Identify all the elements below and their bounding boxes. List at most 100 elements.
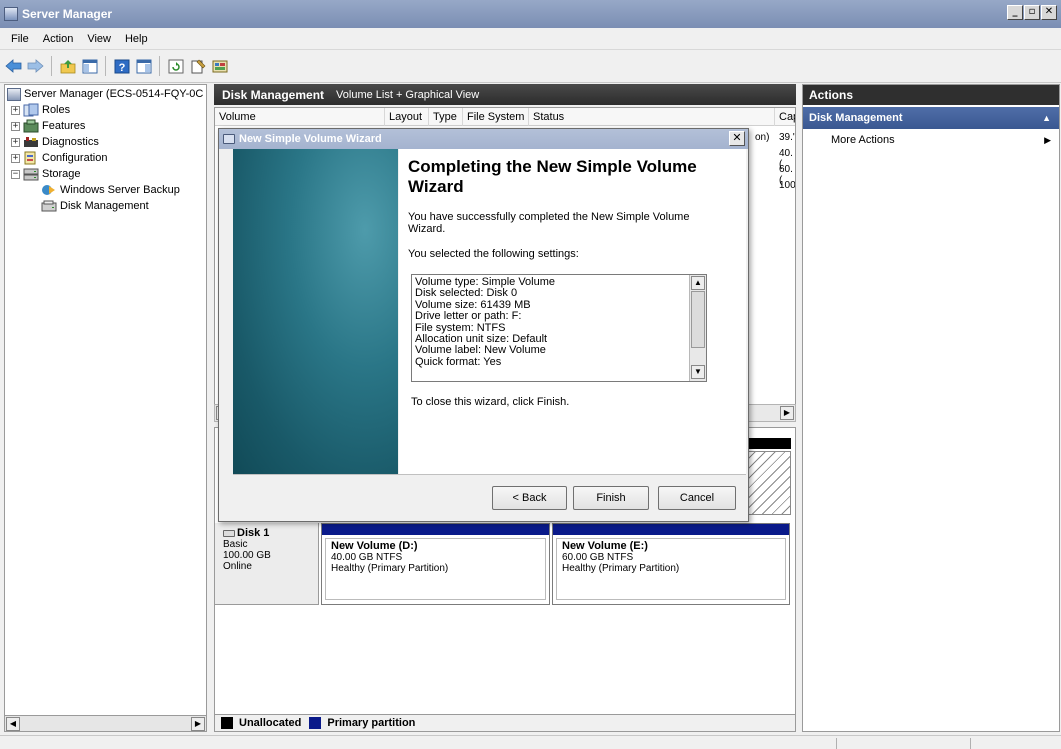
window-title: Server Manager: [22, 7, 113, 21]
disk-management-icon: [41, 199, 57, 213]
collapse-icon[interactable]: −: [11, 169, 20, 179]
status-bar: [0, 735, 1061, 749]
more-actions-label: More Actions: [831, 134, 895, 146]
actions-section-label: Disk Management: [809, 112, 903, 124]
submenu-arrow-icon: ▶: [1044, 135, 1051, 145]
setting-line: Drive letter or path: F:: [415, 310, 522, 323]
column-header-layout[interactable]: Layout: [385, 108, 429, 126]
collapse-up-icon[interactable]: ▲: [1042, 107, 1051, 129]
expand-icon[interactable]: +: [11, 121, 20, 131]
forward-icon[interactable]: [26, 57, 45, 76]
menu-file[interactable]: File: [4, 33, 36, 45]
wizard-close-instructions: To close this wizard, click Finish.: [411, 396, 570, 408]
disk1-name: Disk 1: [237, 527, 270, 539]
tree-horizontal-scrollbar[interactable]: ◀ ▶: [4, 715, 207, 732]
show-hide-tree-icon[interactable]: [80, 57, 99, 76]
setting-line: Quick format: Yes: [415, 355, 502, 368]
maximize-button[interactable]: ▫: [1024, 5, 1040, 20]
menu-action[interactable]: Action: [36, 33, 81, 45]
tree-item-windows-server-backup[interactable]: Windows Server Backup: [41, 182, 180, 198]
toolbar-separator: [159, 56, 160, 76]
tree-label: Disk Management: [60, 200, 149, 212]
volume-e-name: New Volume (E:): [562, 540, 648, 552]
refresh-icon[interactable]: [166, 57, 185, 76]
disk1-label[interactable]: Disk 1 Basic 100.00 GB Online: [215, 523, 319, 605]
server-icon: [7, 87, 21, 101]
scroll-right-icon[interactable]: ▶: [780, 406, 794, 420]
column-header-capacity[interactable]: Cap: [775, 108, 795, 126]
capacity-cell: 100: [779, 180, 796, 191]
back-icon[interactable]: [4, 57, 23, 76]
volume-e[interactable]: New Volume (E:) 60.00 GB NTFS Healthy (P…: [552, 523, 790, 605]
scroll-left-icon[interactable]: ◀: [6, 717, 20, 731]
storage-icon: [23, 167, 39, 181]
dialog-close-button[interactable]: ✕: [729, 131, 745, 146]
backup-icon: [41, 183, 57, 197]
toolbar-separator: [105, 56, 106, 76]
disk-settings-icon[interactable]: [210, 57, 229, 76]
configuration-icon: [23, 151, 39, 165]
volume-list-column-headers: Volume Layout Type File System Status Ca…: [215, 108, 795, 126]
finish-button[interactable]: Finish: [573, 486, 649, 510]
expand-icon[interactable]: +: [11, 137, 20, 147]
tree-label: Server Manager (ECS-0514-FQY-0C: [24, 88, 204, 100]
primary-partition-swatch: [309, 717, 322, 729]
show-hide-action-pane-icon[interactable]: [134, 57, 153, 76]
tree-item-server-manager[interactable]: Server Manager (ECS-0514-FQY-0C: [7, 86, 203, 102]
menu-help[interactable]: Help: [118, 33, 155, 45]
up-folder-icon[interactable]: [58, 57, 77, 76]
tree-item-diagnostics[interactable]: + Diagnostics: [11, 134, 99, 150]
center-pane-header: Disk Management Volume List + Graphical …: [214, 84, 796, 105]
help-icon[interactable]: ?: [112, 57, 131, 76]
tree-item-configuration[interactable]: + Configuration: [11, 150, 107, 166]
column-header-volume[interactable]: Volume: [215, 108, 385, 126]
tree-item-disk-management[interactable]: Disk Management: [41, 198, 149, 214]
wizard-settings-label: You selected the following settings:: [408, 248, 579, 260]
window-titlebar: Server Manager _ ▫ ✕: [0, 0, 1061, 28]
settings-summary-box[interactable]: Volume type: Simple Volume Disk selected…: [411, 274, 707, 382]
tree-label: Roles: [42, 104, 71, 116]
actions-header: Actions: [803, 85, 1059, 105]
primary-partition-bar: [553, 524, 789, 535]
column-header-status[interactable]: Status: [529, 108, 775, 126]
settings-vertical-scrollbar[interactable]: ▲ ▼: [689, 275, 706, 381]
back-button[interactable]: < Back: [492, 486, 567, 510]
center-subtitle: Volume List + Graphical View: [336, 88, 480, 101]
tree-item-roles[interactable]: + Roles: [11, 102, 70, 118]
volume-d[interactable]: New Volume (D:) 40.00 GB NTFS Healthy (P…: [321, 523, 550, 605]
column-header-file-system[interactable]: File System: [463, 108, 529, 126]
scroll-up-icon[interactable]: ▲: [691, 276, 705, 290]
dialog-separator: [233, 474, 746, 475]
legend-unallocated: Unallocated: [239, 717, 302, 729]
actions-section-disk-management[interactable]: Disk Management ▲: [803, 107, 1059, 129]
properties-icon[interactable]: [188, 57, 207, 76]
status-divider: [970, 738, 971, 749]
expand-icon[interactable]: +: [11, 105, 20, 115]
capacity-cell: 39.": [779, 132, 796, 143]
toolbar-separator: [51, 56, 52, 76]
dialog-titlebar: New Simple Volume Wizard ✕: [219, 129, 748, 149]
scroll-down-icon[interactable]: ▼: [691, 365, 705, 379]
cancel-button[interactable]: Cancel: [658, 486, 736, 510]
status-fragment: on): [755, 132, 770, 143]
scrollbar-thumb[interactable]: [691, 291, 705, 348]
server-manager-icon: [4, 7, 18, 21]
expand-icon[interactable]: +: [11, 153, 20, 163]
wizard-banner-image: [233, 149, 398, 474]
column-header-type[interactable]: Type: [429, 108, 463, 126]
close-button[interactable]: ✕: [1041, 5, 1057, 20]
partition-legend: Unallocated Primary partition: [214, 714, 796, 732]
settings-summary-text: Volume type: Simple Volume Disk selected…: [415, 276, 687, 368]
scroll-right-icon[interactable]: ▶: [191, 717, 205, 731]
more-actions[interactable]: More Actions ▶: [803, 129, 1059, 151]
disk1-size: 100.00 GB: [223, 550, 271, 561]
minimize-button[interactable]: _: [1007, 5, 1023, 20]
menu-view[interactable]: View: [80, 33, 118, 45]
unallocated-swatch: [221, 717, 233, 729]
tree-item-features[interactable]: + Features: [11, 118, 85, 134]
tree-item-storage[interactable]: − Storage: [11, 166, 81, 182]
volume-d-status: Healthy (Primary Partition): [331, 563, 449, 574]
wizard-heading: Completing the New Simple Volume Wizard: [408, 157, 697, 196]
dialog-button-row: < Back Finish Cancel: [219, 474, 748, 521]
volume-d-size: 40.00 GB NTFS: [331, 552, 403, 563]
